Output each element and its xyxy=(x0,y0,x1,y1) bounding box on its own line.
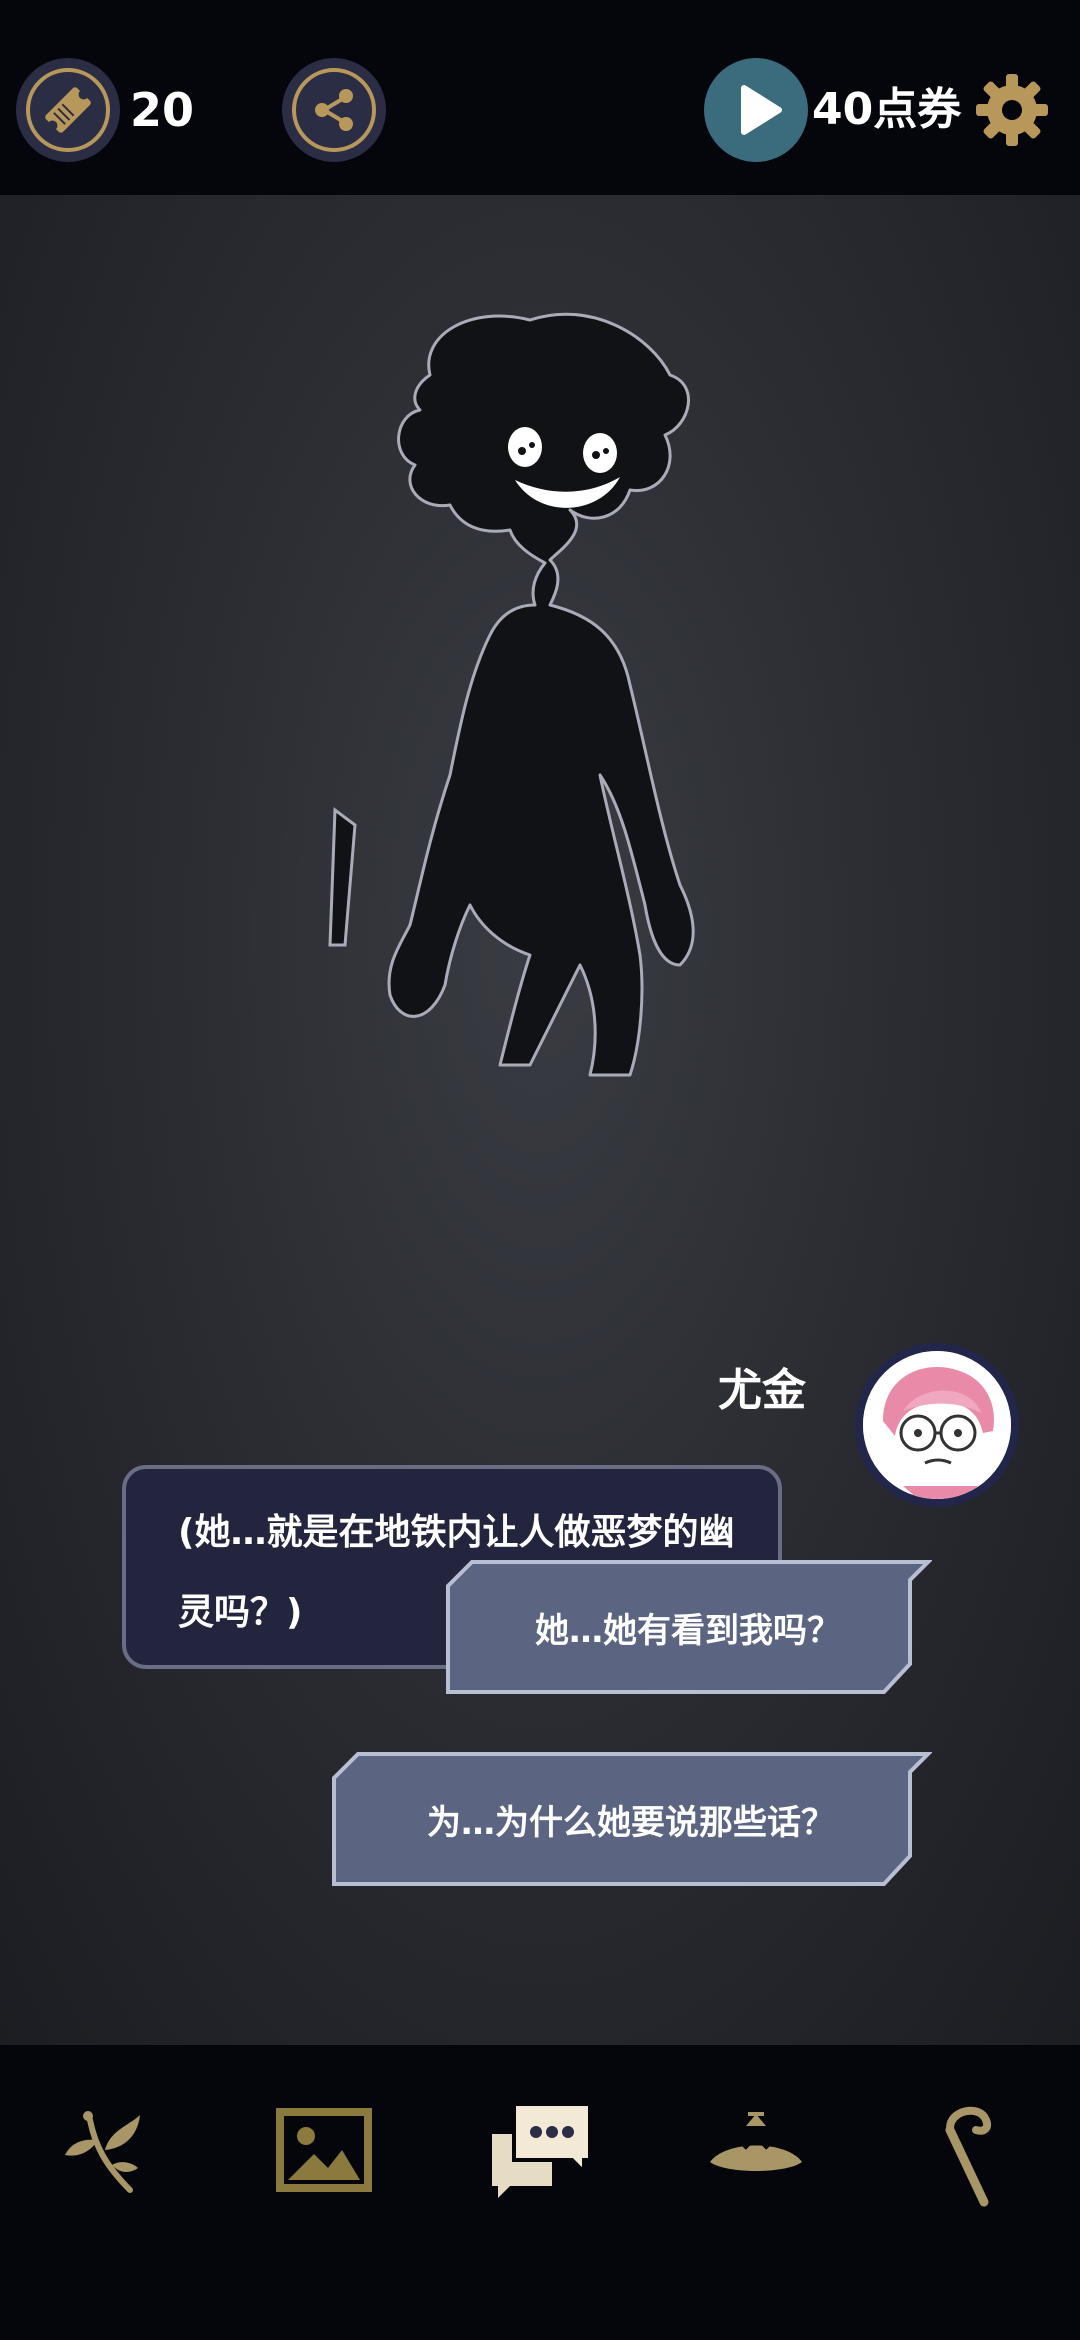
gallery-icon[interactable] xyxy=(264,2090,384,2210)
ticket-count: 20 xyxy=(130,83,195,137)
choice-label: 为…为什么她要说那些话？ xyxy=(427,1802,835,1843)
choice-label: 她…她有看到我吗？ xyxy=(535,1610,841,1651)
ghost-character xyxy=(328,312,695,1077)
ticket-icon xyxy=(45,87,91,133)
play-button[interactable] xyxy=(704,58,808,162)
avatar-portrait xyxy=(863,1351,1011,1499)
cane-icon[interactable] xyxy=(910,2090,1030,2210)
share-button-ring xyxy=(292,68,376,152)
ticket-button[interactable] xyxy=(16,58,120,162)
story-scene: 尤金 (她…就是在地铁内让人做恶梦的幽灵吗？) 她…她有看到我吗？ 为…为什么她… xyxy=(0,195,1080,2045)
choice-button-2[interactable]: 为…为什么她要说那些话？ xyxy=(330,1750,932,1888)
top-bar: 20 40点券 xyxy=(0,0,1080,195)
gear-icon[interactable] xyxy=(974,72,1050,148)
bell-icon[interactable] xyxy=(696,2090,816,2210)
speaker-avatar xyxy=(855,1343,1019,1507)
chat-icon[interactable] xyxy=(480,2090,600,2210)
play-icon xyxy=(741,85,782,135)
herb-icon[interactable] xyxy=(50,2090,170,2210)
share-icon xyxy=(315,89,353,131)
points-label: 40点券 xyxy=(812,84,962,135)
choice-button-1[interactable]: 她…她有看到我吗？ xyxy=(444,1558,932,1696)
share-button[interactable] xyxy=(282,58,386,162)
speaker-name: 尤金 xyxy=(718,1365,806,1416)
ticket-button-ring xyxy=(26,68,110,152)
